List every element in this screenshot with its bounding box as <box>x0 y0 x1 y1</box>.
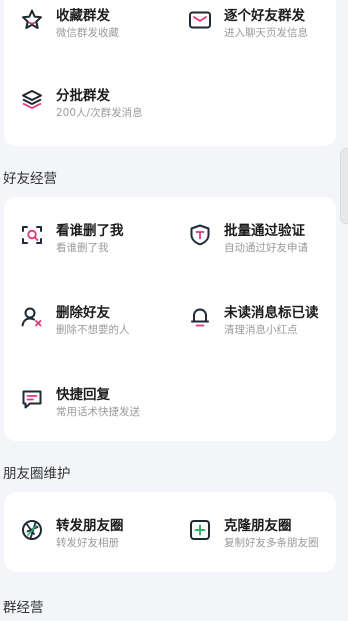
envelope-icon <box>186 6 214 34</box>
item-subtitle: 复制好友多条朋友圈 <box>224 537 319 549</box>
item-title: 批量通过验证 <box>224 223 305 239</box>
item-subtitle: 转发好友相册 <box>56 537 119 549</box>
batch-verify-item[interactable]: 批量通过验证 自动通过好友申请 <box>186 221 336 261</box>
item-title: 看谁删了我 <box>56 223 124 239</box>
delete-friend-item[interactable]: 删除好友 删除不想要的人 <box>18 303 168 343</box>
chat-reply-icon <box>18 385 46 413</box>
item-subtitle: 看谁删了我 <box>56 242 109 254</box>
item-title: 快捷回复 <box>56 387 110 403</box>
batch-mass-send-item[interactable]: 分批群发 200人/次群发消息 <box>18 86 168 126</box>
item-title: 逐个好友群发 <box>224 8 305 24</box>
section-title-group-ops: 群经营 <box>3 600 44 616</box>
layers-icon <box>18 86 46 114</box>
item-subtitle: 删除不想要的人 <box>56 324 130 336</box>
aperture-icon <box>18 516 46 544</box>
section-title-moments: 朋友圈维护 <box>3 466 71 482</box>
who-deleted-me-item[interactable]: 看谁删了我 看谁删了我 <box>18 221 168 261</box>
friend-ops-card: 看谁删了我 看谁删了我 批量通过验证 自动通过好友申请 删除好友 删除不想要的人… <box>4 197 336 441</box>
favorites-mass-send-item[interactable]: 收藏群发 微信群发收藏 <box>18 6 168 46</box>
one-by-one-mass-send-item[interactable]: 逐个好友群发 进入聊天页发信息 <box>186 6 336 46</box>
bell-icon <box>186 303 214 331</box>
item-subtitle: 微信群发收藏 <box>56 27 119 39</box>
item-title: 分批群发 <box>56 88 110 104</box>
scroll-handle[interactable] <box>340 148 348 224</box>
item-title: 转发朋友圈 <box>56 518 124 534</box>
user-remove-icon <box>18 303 46 331</box>
item-title: 收藏群发 <box>56 8 110 24</box>
mass-send-card: 收藏群发 微信群发收藏 逐个好友群发 进入聊天页发信息 分批群发 200人/次群… <box>4 0 336 146</box>
item-title: 未读消息标已读 <box>224 305 319 321</box>
item-subtitle: 自动通过好友申请 <box>224 242 308 254</box>
moments-card: 转发朋友圈 转发好友相册 克隆朋友圈 复制好友多条朋友圈 <box>4 492 336 572</box>
item-subtitle: 进入聊天页发信息 <box>224 27 308 39</box>
scan-search-icon <box>18 221 46 249</box>
item-subtitle: 清理消息小红点 <box>224 324 298 336</box>
star-icon <box>18 6 46 34</box>
item-subtitle: 200人/次群发消息 <box>56 107 143 119</box>
clone-moments-item[interactable]: 克隆朋友圈 复制好友多条朋友圈 <box>186 516 336 556</box>
mark-unread-read-item[interactable]: 未读消息标已读 清理消息小红点 <box>186 303 336 343</box>
item-title: 克隆朋友圈 <box>224 518 292 534</box>
section-title-friend-ops: 好友经营 <box>3 171 57 187</box>
item-subtitle: 常用话术快捷发送 <box>56 406 140 418</box>
shield-icon <box>186 221 214 249</box>
quick-reply-item[interactable]: 快捷回复 常用话术快捷发送 <box>18 385 168 425</box>
plus-square-icon <box>186 516 214 544</box>
item-title: 删除好友 <box>56 305 110 321</box>
forward-moments-item[interactable]: 转发朋友圈 转发好友相册 <box>18 516 168 556</box>
